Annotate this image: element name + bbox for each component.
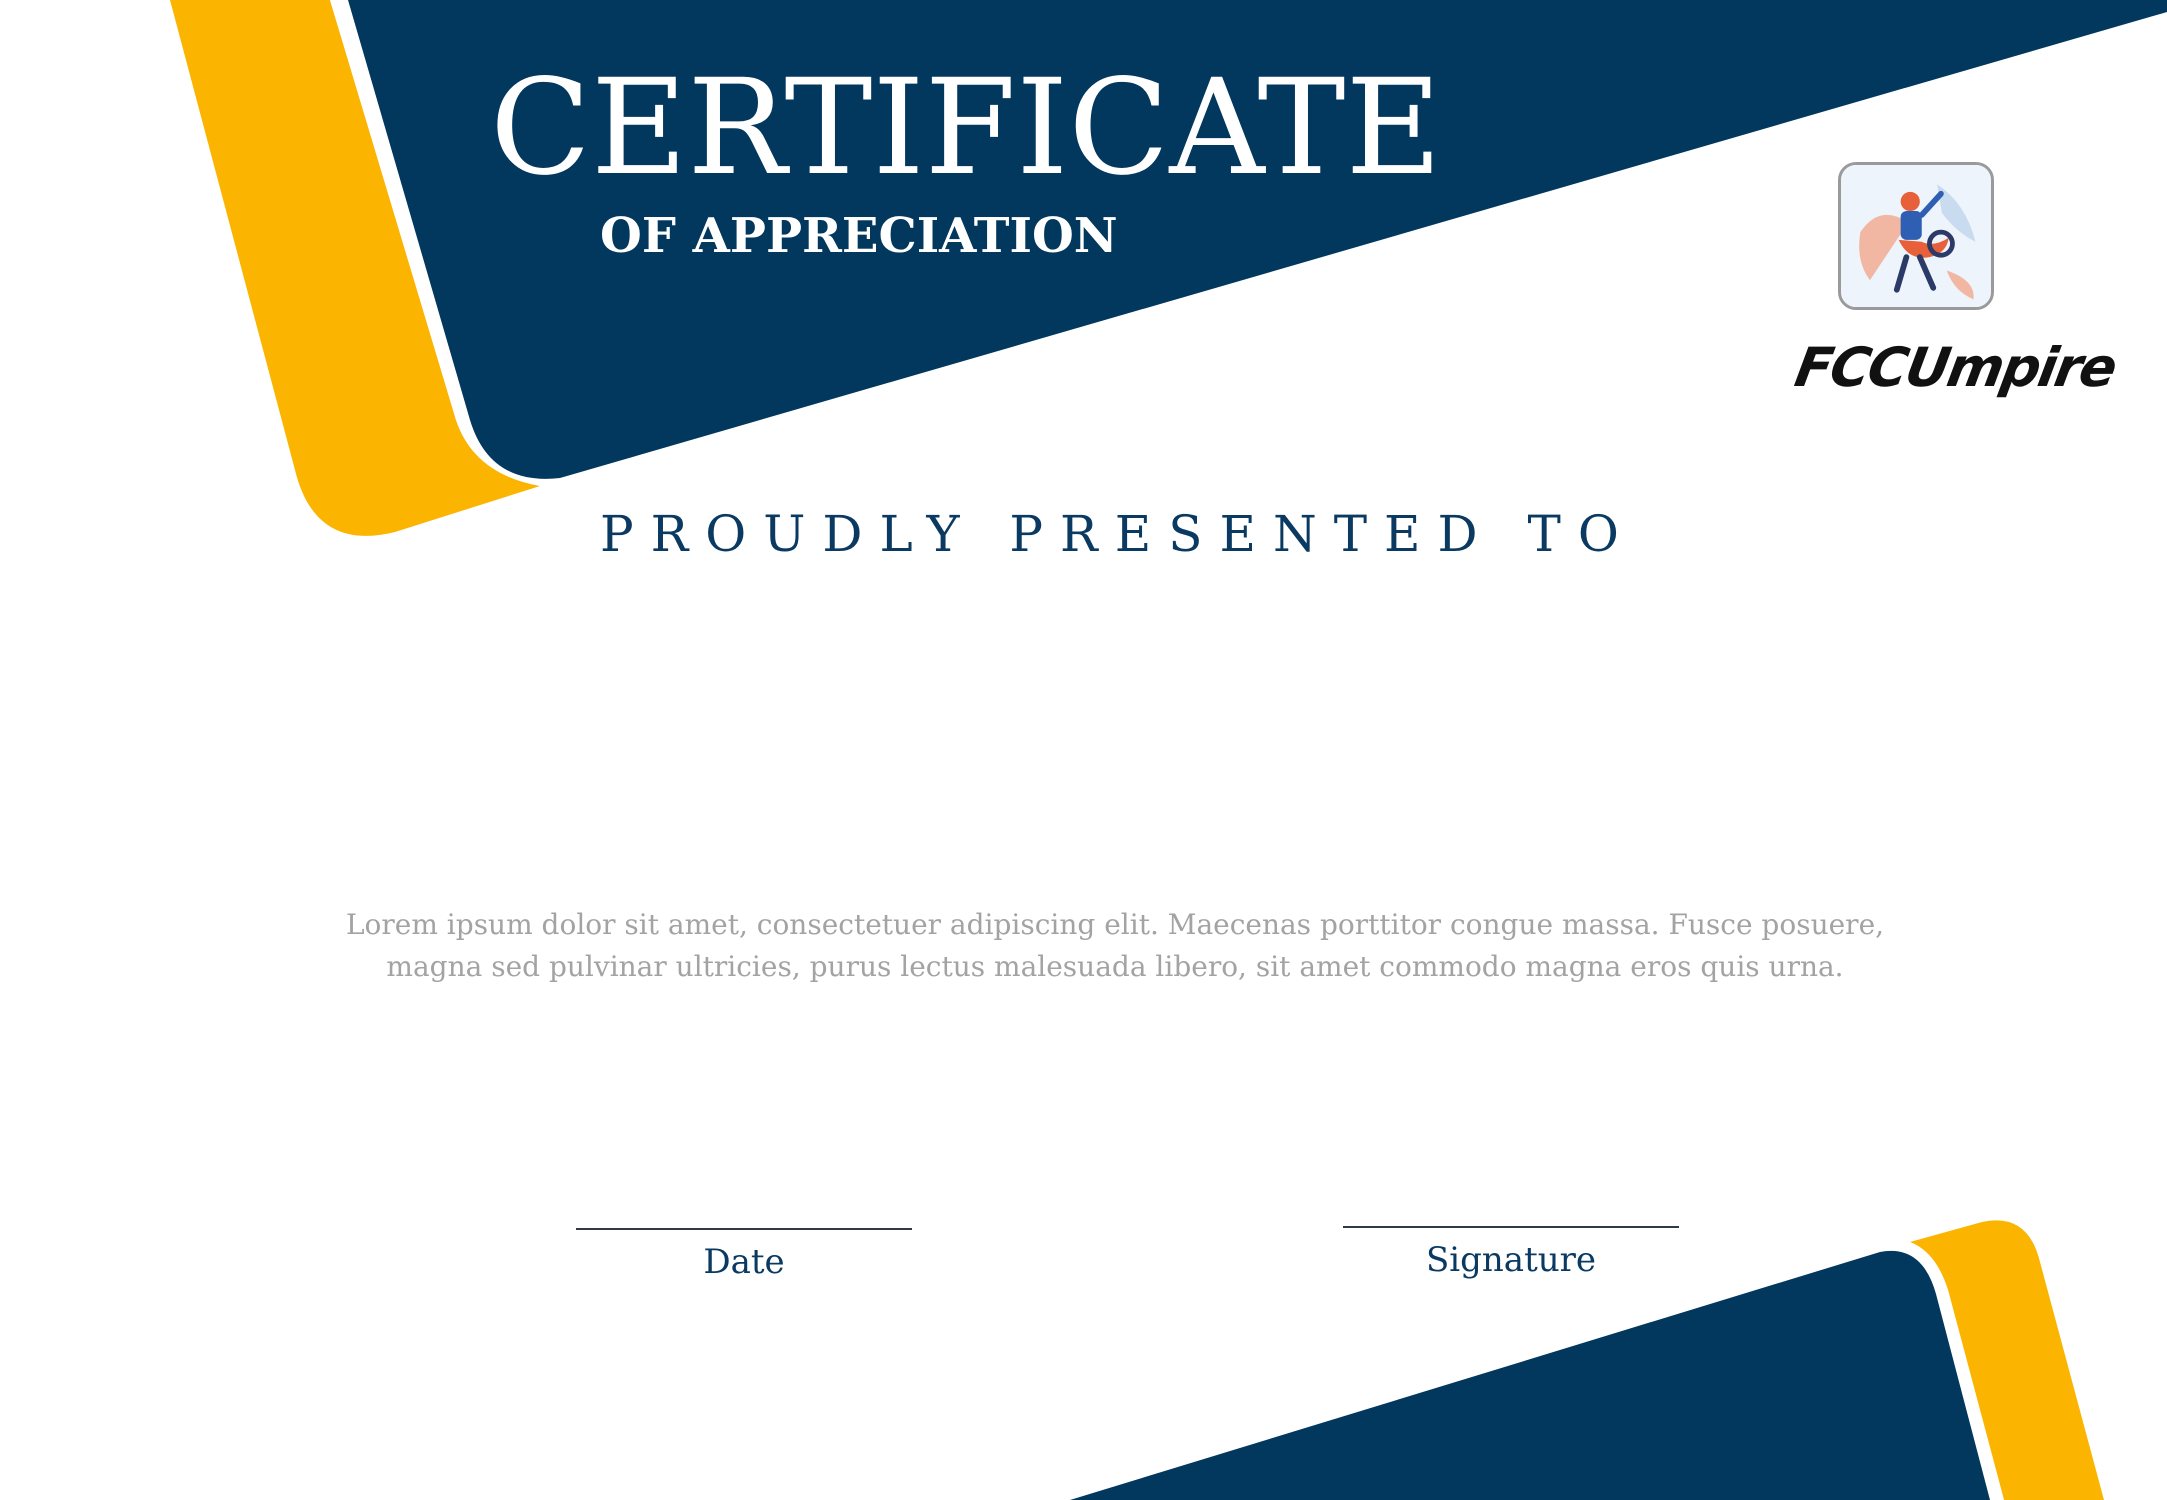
- certificate-body-text: Lorem ipsum dolor sit amet, consectetuer…: [300, 904, 1930, 988]
- date-field: Date: [576, 1228, 912, 1282]
- certificate-page: CERTIFICATE OF APPRECIATION FCCUmpire PR…: [0, 0, 2167, 1500]
- body-line: Lorem ipsum dolor sit amet, consectetuer…: [345, 908, 1885, 941]
- umpire-figure-icon: [1841, 165, 1991, 307]
- signature-line: [1343, 1226, 1679, 1228]
- certificate-subtitle: OF APPRECIATION: [600, 208, 1118, 264]
- signature-label: Signature: [1425, 1240, 1597, 1280]
- brand-name: FCCUmpire: [1790, 336, 2121, 399]
- certificate-title: CERTIFICATE: [490, 51, 1442, 205]
- brand-logo: [1838, 162, 1994, 310]
- body-line: magna sed pulvinar ultricies, purus lect…: [386, 950, 1844, 983]
- signature-field: Signature: [1343, 1226, 1679, 1280]
- date-line: [576, 1228, 912, 1230]
- date-label: Date: [703, 1242, 785, 1282]
- presented-to-heading: PROUDLY PRESENTED TO: [600, 505, 1636, 563]
- bottom-navy-shape: [1070, 1250, 1990, 1500]
